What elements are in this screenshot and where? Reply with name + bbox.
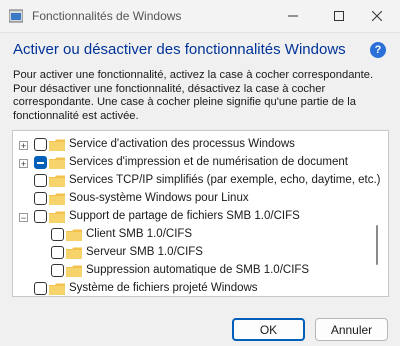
- folder-icon: [49, 175, 65, 187]
- expand-icon[interactable]: +: [19, 159, 28, 169]
- feature-item-tcpip[interactable]: Services TCP/IP simplifiés (par exemple,…: [13, 173, 380, 190]
- feature-checkbox[interactable]: [34, 282, 47, 295]
- feature-checkbox[interactable]: [34, 174, 47, 187]
- windows-features-icon: [9, 9, 23, 23]
- title-bar: Fonctionnalités de Windows: [0, 0, 400, 33]
- feature-checkbox[interactable]: [34, 192, 47, 205]
- feature-label: Serveur SMB 1.0/CIFS: [86, 246, 203, 258]
- minimize-icon: [288, 15, 298, 17]
- ok-button[interactable]: OK: [232, 318, 305, 341]
- help-icon[interactable]: ?: [370, 42, 386, 58]
- folder-icon: [49, 193, 65, 205]
- feature-label: Support de partage de fichiers SMB 1.0/C…: [69, 210, 300, 222]
- close-button[interactable]: [354, 0, 400, 32]
- feature-label: Suppression automatique de SMB 1.0/CIFS: [86, 264, 310, 276]
- feature-item-smb1-client[interactable]: Client SMB 1.0/CIFS: [13, 227, 373, 244]
- features-tree[interactable]: + Service d'activation des processus Win…: [12, 130, 389, 297]
- expand-icon[interactable]: +: [19, 141, 28, 151]
- feature-item-wsl[interactable]: Sous-système Windows pour Linux: [13, 191, 373, 208]
- folder-icon: [49, 139, 65, 151]
- folder-icon: [49, 283, 65, 295]
- maximize-icon: [334, 11, 344, 21]
- folder-icon: [49, 211, 65, 223]
- feature-label: Système de fichiers projeté Windows: [69, 282, 258, 294]
- feature-item-smb1-server[interactable]: Serveur SMB 1.0/CIFS: [13, 245, 373, 262]
- feature-label: Service d'activation des processus Windo…: [69, 138, 295, 150]
- close-icon: [372, 11, 382, 21]
- feature-checkbox[interactable]: [51, 264, 64, 277]
- feature-item-smb1[interactable]: − Support de partage de fichiers SMB 1.0…: [13, 209, 373, 226]
- feature-label: Services TCP/IP simplifiés (par exemple,…: [69, 174, 381, 186]
- collapse-icon[interactable]: −: [19, 213, 28, 223]
- feature-label: Client SMB 1.0/CIFS: [86, 228, 193, 240]
- instructions-text: Pour activer une fonctionnalité, activez…: [13, 69, 374, 122]
- window-title: Fonctionnalités de Windows: [32, 9, 182, 23]
- folder-icon: [66, 229, 82, 241]
- vertical-scrollbar-thumb[interactable]: [376, 225, 378, 265]
- cancel-button[interactable]: Annuler: [315, 318, 388, 341]
- feature-item-wpas[interactable]: + Service d'activation des processus Win…: [13, 137, 373, 154]
- page-heading: Activer ou désactiver des fonctionnalité…: [13, 41, 346, 58]
- folder-icon: [66, 265, 82, 277]
- folder-icon: [66, 247, 82, 259]
- feature-label: Services d'impression et de numérisation…: [69, 156, 348, 168]
- folder-icon: [49, 157, 65, 169]
- feature-checkbox[interactable]: [51, 228, 64, 241]
- feature-checkbox[interactable]: [51, 246, 64, 259]
- feature-item-smb1-auto-removal[interactable]: Suppression automatique de SMB 1.0/CIFS: [13, 263, 373, 280]
- minimize-button[interactable]: [270, 0, 316, 32]
- feature-checkbox-partial[interactable]: [34, 156, 47, 169]
- feature-item-print-scan[interactable]: + Services d'impression et de numérisati…: [13, 155, 373, 172]
- feature-label: Sous-système Windows pour Linux: [69, 192, 249, 204]
- feature-checkbox[interactable]: [34, 210, 47, 223]
- feature-item-projfs[interactable]: Système de fichiers projeté Windows: [13, 281, 373, 296]
- feature-checkbox[interactable]: [34, 138, 47, 151]
